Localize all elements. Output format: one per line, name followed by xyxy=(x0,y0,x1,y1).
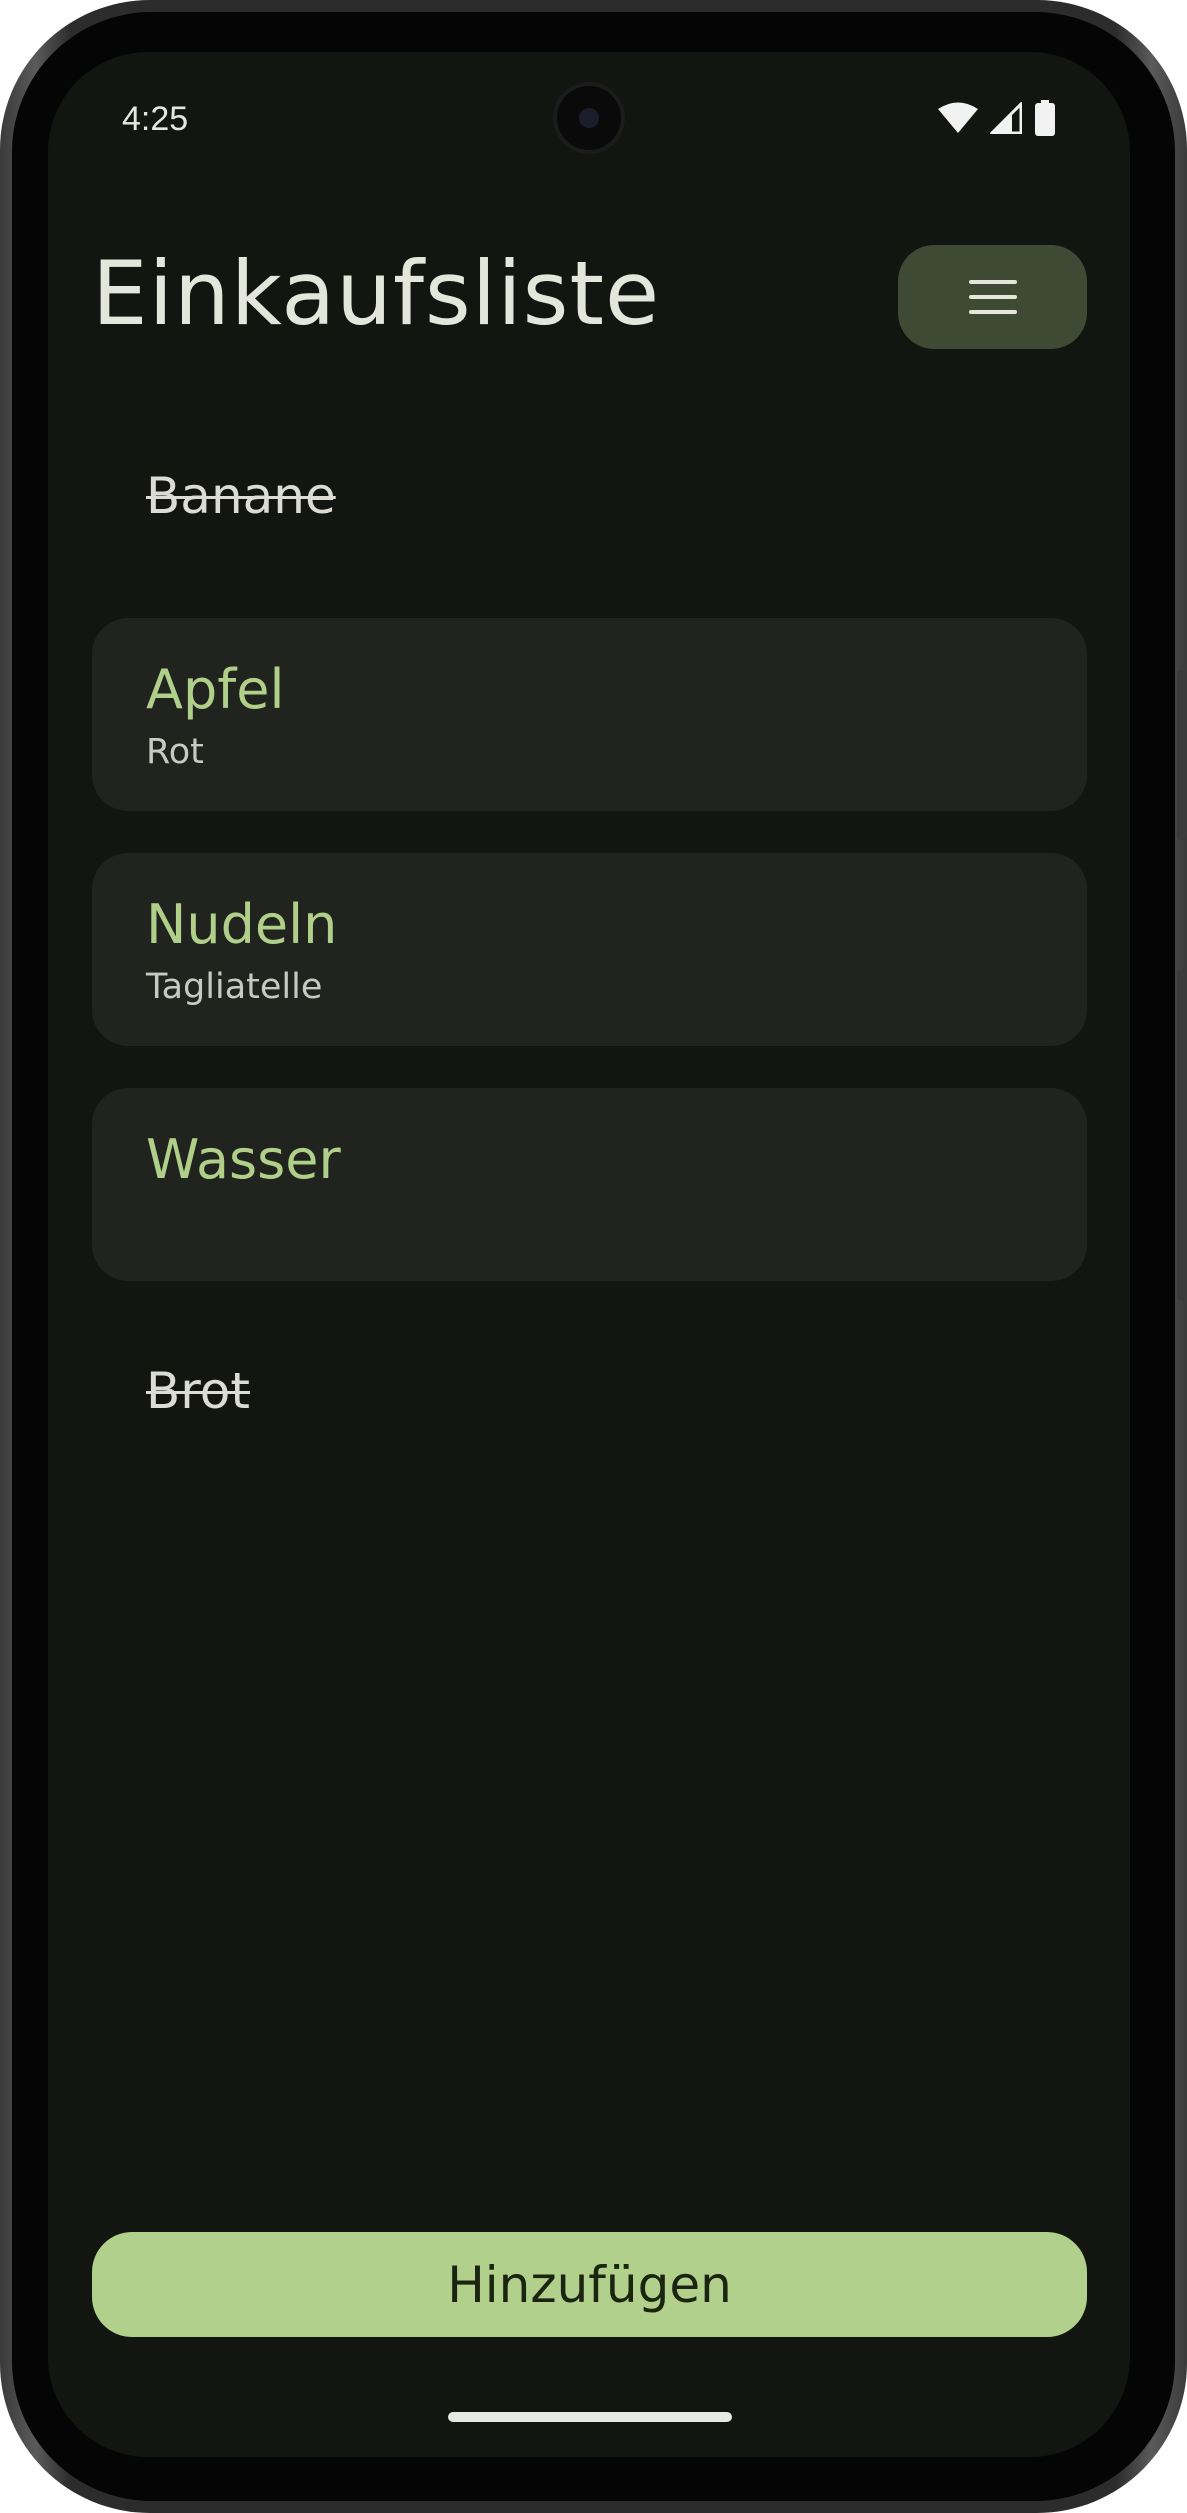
item-name: Apfel xyxy=(146,658,285,721)
page-title: Einkaufsliste xyxy=(92,242,661,345)
list-item-checked[interactable]: Brot xyxy=(146,1362,250,1420)
item-detail: Rot xyxy=(146,732,204,772)
wifi-icon xyxy=(938,102,978,133)
volume-button xyxy=(1177,670,1187,840)
list-item[interactable]: Nudeln Tagliatelle xyxy=(92,853,1087,1046)
list-item[interactable]: Apfel Rot xyxy=(92,618,1087,811)
phone-frame: 4:25 Einkaufsliste Banane Apfel Rot Nude… xyxy=(0,0,1187,2513)
item-name: Nudeln xyxy=(146,893,338,956)
status-bar: 4:25 xyxy=(48,52,1130,192)
menu-button[interactable] xyxy=(898,245,1087,349)
home-indicator[interactable] xyxy=(448,2412,732,2422)
power-button xyxy=(1177,970,1187,1300)
front-camera xyxy=(553,82,625,154)
cellular-signal-icon xyxy=(990,102,1022,134)
list-item-checked[interactable]: Banane xyxy=(146,467,336,525)
status-time: 4:25 xyxy=(122,100,189,138)
hamburger-menu-icon xyxy=(968,280,1017,314)
status-icons xyxy=(938,100,1056,136)
item-detail: Tagliatelle xyxy=(146,967,323,1007)
list-item[interactable]: Wasser xyxy=(92,1088,1087,1281)
add-button[interactable]: Hinzufügen xyxy=(92,2232,1087,2337)
battery-icon xyxy=(1035,100,1055,136)
item-name: Wasser xyxy=(146,1128,341,1191)
app-screen: 4:25 Einkaufsliste Banane Apfel Rot Nude… xyxy=(48,52,1130,2457)
